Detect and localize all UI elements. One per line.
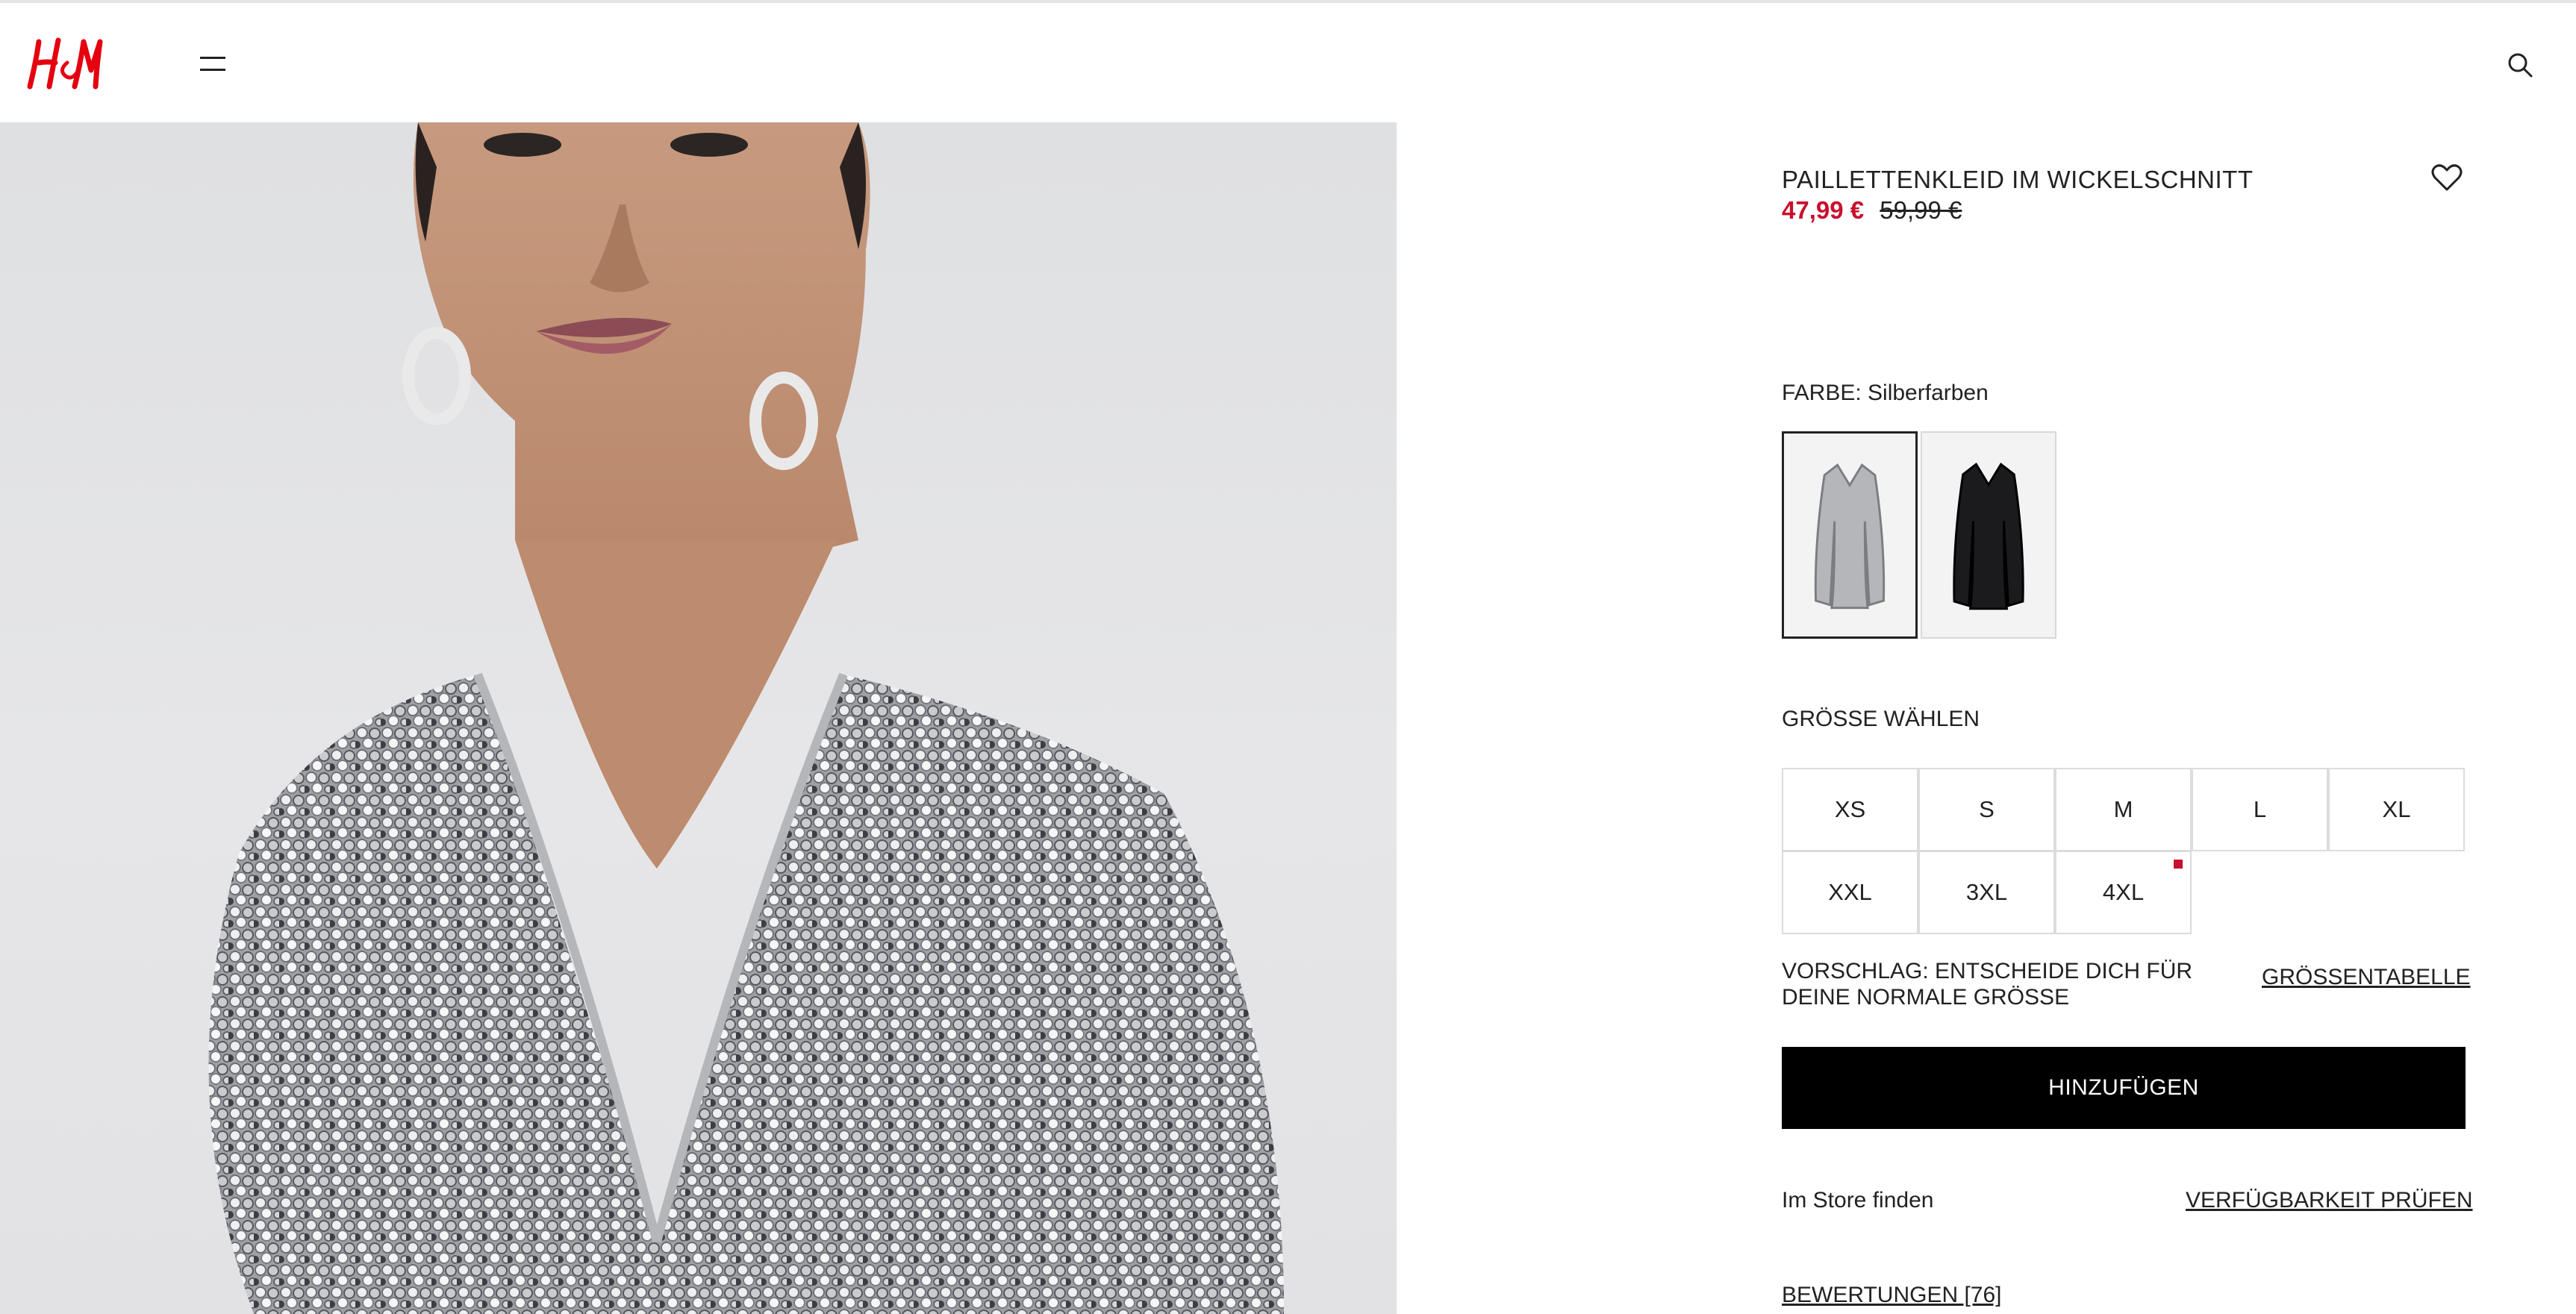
heart-icon[interactable] [2429, 160, 2465, 195]
find-in-store-label: Im Store finden [1782, 1188, 1934, 1213]
size-option-label: XS [1834, 796, 1866, 822]
menu-line-top [200, 57, 225, 59]
product-title: PAILLETTENKLEID IM WICKELSCHNITT [1782, 166, 2254, 193]
size-option-xs[interactable]: XS [1782, 768, 1918, 851]
menu-line-bottom [200, 69, 225, 71]
check-availability-link[interactable]: VERFÜGBARKEIT PRÜFEN [2186, 1188, 2473, 1213]
hm-logo-mark [27, 37, 103, 90]
reviews-link[interactable]: BEWERTUNGEN [76] [1782, 1283, 2002, 1308]
size-option-3xl[interactable]: 3XL [1918, 851, 2055, 934]
black-dress-icon [1953, 462, 2024, 610]
hamburger-menu-icon[interactable] [196, 52, 231, 79]
black-dress-swatch[interactable] [1921, 431, 2056, 639]
silver-dress-icon [1814, 463, 1886, 610]
low-stock-indicator [2174, 860, 2183, 869]
size-option-label: L [2253, 796, 2267, 822]
size-option-xl[interactable]: XL [2328, 768, 2465, 851]
site-header [0, 3, 2576, 122]
product-image [0, 122, 1397, 1314]
size-option-l[interactable]: L [2192, 768, 2328, 851]
size-option-label: S [1979, 796, 1995, 822]
size-option-m[interactable]: M [2055, 768, 2192, 851]
hm-logo[interactable] [25, 33, 107, 93]
size-label: GRÖSSE WÄHLEN [1782, 707, 1980, 731]
size-suggestion: VORSCHLAG: ENTSCHEIDE DICH FÜR DEINE NOR… [1782, 959, 2193, 1010]
color-label: FARBE: Silberfarben [1782, 381, 1989, 405]
size-option-label: 4XL [2102, 879, 2145, 905]
size-option-4xl[interactable]: 4XL [2055, 851, 2192, 934]
size-option-label: XXL [1828, 879, 1872, 905]
size-option-label: M [2113, 796, 2133, 822]
add-to-cart-button[interactable]: HINZUFÜGEN [1782, 1047, 2466, 1129]
size-option-xxl[interactable]: XXL [1782, 851, 1918, 934]
silver-dress-swatch[interactable] [1782, 431, 1918, 639]
price-row: 47,99 € 59,99 € [1782, 196, 1962, 225]
size-option-s[interactable]: S [1918, 768, 2055, 851]
size-grid: XS S M L XL XXL 3XL 4XL [1782, 768, 2466, 936]
size-option-label: XL [2382, 796, 2411, 822]
original-price: 59,99 € [1880, 196, 1962, 224]
search-icon[interactable] [2504, 49, 2537, 82]
size-chart-link[interactable]: GRÖSSENTABELLE [2262, 965, 2471, 990]
sale-price: 47,99 € [1782, 196, 1865, 224]
size-option-label: 3XL [1965, 879, 2008, 905]
